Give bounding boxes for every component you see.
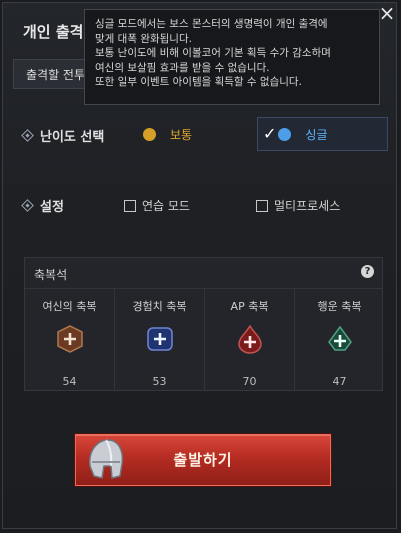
practice-mode-checkbox[interactable]: 연습 모드	[124, 197, 190, 214]
blessing-name: 행운 축복	[317, 300, 362, 313]
blessing-title: 축복석	[34, 268, 68, 282]
blessing-value: 54	[62, 375, 77, 388]
blessing-item-ap: AP 축복 70	[204, 289, 294, 391]
blessing-name: 경험치 축복	[132, 300, 187, 313]
multiprocess-checkbox[interactable]: 멀티프로세스	[256, 197, 340, 214]
plus-shield-blue-icon	[146, 327, 173, 351]
plus-clover-green-icon	[327, 325, 352, 351]
help-icon[interactable]: ?	[361, 265, 374, 278]
multiprocess-label: 멀티프로세스	[274, 199, 341, 213]
blessing-item-exp: 경험치 축복 53	[114, 289, 204, 391]
blessing-item-goddess: 여신의 축복 54	[25, 289, 114, 391]
start-button[interactable]: 출발하기	[75, 434, 331, 486]
checkmark-icon: ✓	[263, 124, 277, 143]
plus-shield-brown-icon	[56, 325, 83, 353]
checkbox-box-icon	[256, 199, 268, 212]
tooltip-line: 여신의 보살핌 효과를 받을 수 없습니다.	[95, 61, 270, 74]
blessing-name: AP 축복	[230, 300, 269, 313]
tooltip-line: 또한 일부 이벤트 아이템을 획득할 수 없습니다.	[95, 76, 302, 88]
difficulty-option-normal[interactable]: 보통	[143, 121, 253, 149]
window-title: 개인 출격	[23, 23, 84, 41]
smile-face-icon	[143, 128, 156, 141]
plus-drop-red-icon	[237, 324, 262, 354]
sortie-target-tab[interactable]: 출격할 전투	[13, 59, 88, 89]
difficulty-normal-label: 보통	[170, 128, 193, 142]
diamond-bullet-icon	[21, 129, 34, 142]
difficulty-row-label: 난이도 선택	[21, 126, 105, 145]
single-mode-tooltip: 싱글 모드에서는 보스 몬스터의 생명력이 개인 출격에 맞게 대폭 완화됩니다…	[84, 9, 380, 105]
close-icon[interactable]: ×	[376, 3, 398, 25]
tooltip-line: 맞게 대폭 완화됩니다.	[95, 32, 192, 45]
practice-mode-label: 연습 모드	[142, 199, 190, 213]
neutral-face-icon	[278, 128, 292, 141]
checkbox-box-icon	[124, 199, 136, 212]
start-button-label: 출발하기	[173, 451, 233, 469]
tooltip-line: 싱글 모드에서는 보스 몬스터의 생명력이 개인 출격에	[95, 18, 328, 30]
blessing-name: 여신의 축복	[42, 300, 97, 313]
blessing-value: 53	[152, 375, 167, 388]
blessing-value: 47	[332, 375, 347, 388]
blessing-value: 70	[242, 375, 257, 388]
tooltip-line: 보통 난이도에 비해 이볼코어 기본 획득 수가 감소하며	[95, 47, 331, 59]
blessing-item-luck: 행운 축복 47	[294, 289, 384, 391]
difficulty-label: 난이도 선택	[40, 130, 105, 145]
diamond-bullet-icon	[21, 199, 34, 212]
settings-label: 설정	[40, 200, 64, 215]
difficulty-single-label: 싱글	[305, 128, 328, 142]
blessing-stone-panel: 축복석 ? 여신의 축복 54 경험치 축복 53 AP 축복 70 행운 축복…	[24, 257, 383, 391]
settings-row-label: 설정	[21, 196, 64, 215]
difficulty-option-single[interactable]: ✓ 싱글	[257, 117, 388, 151]
